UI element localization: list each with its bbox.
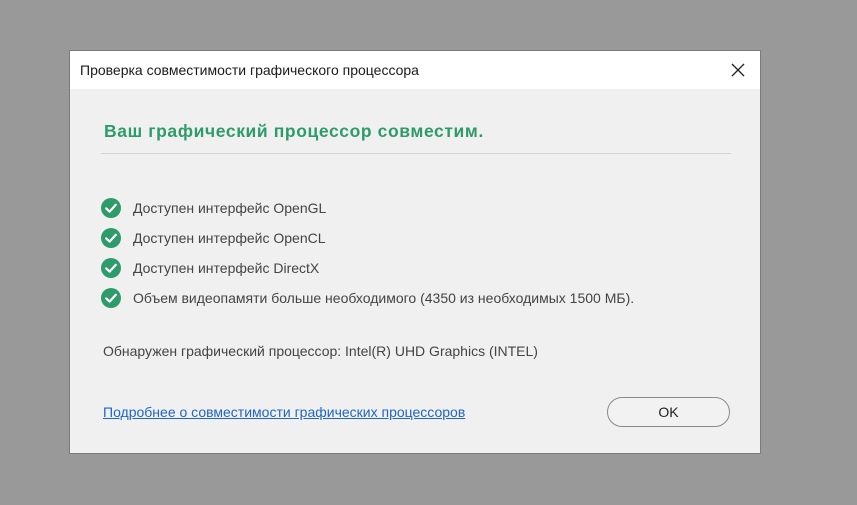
- divider: [101, 153, 731, 154]
- check-label-directx: Доступен интерфейс DirectX: [133, 260, 320, 276]
- check-item-opencl: Доступен интерфейс OpenCL: [101, 223, 634, 253]
- gpu-compatibility-dialog: Проверка совместимости графического проц…: [69, 50, 761, 454]
- check-list: Доступен интерфейс OpenGL Доступен интер…: [101, 193, 634, 313]
- check-item-opengl: Доступен интерфейс OpenGL: [101, 193, 634, 223]
- check-label-video-memory: Объем видеопамяти больше необходимого (4…: [133, 290, 635, 306]
- dialog-title: Проверка совместимости графического проц…: [80, 62, 419, 78]
- close-icon: [731, 63, 745, 77]
- check-item-directx: Доступен интерфейс DirectX: [101, 253, 634, 283]
- more-info-link[interactable]: Подробнее о совместимости графических пр…: [103, 404, 465, 420]
- check-circle-icon: [101, 288, 121, 308]
- check-item-video-memory: Объем видеопамяти больше необходимого (4…: [101, 283, 634, 313]
- check-circle-icon: [101, 228, 121, 248]
- ok-button[interactable]: OK: [607, 397, 730, 427]
- title-bar: Проверка совместимости графического проц…: [70, 51, 760, 89]
- compatibility-heading: Ваш графический процессор совместим.: [104, 121, 484, 141]
- check-label-opencl: Доступен интерфейс OpenCL: [133, 230, 326, 246]
- check-circle-icon: [101, 258, 121, 278]
- detected-gpu-text: Обнаружен графический процессор: Intel(R…: [103, 343, 538, 359]
- check-label-opengl: Доступен интерфейс OpenGL: [133, 200, 327, 216]
- check-circle-icon: [101, 198, 121, 218]
- close-button[interactable]: [716, 51, 760, 89]
